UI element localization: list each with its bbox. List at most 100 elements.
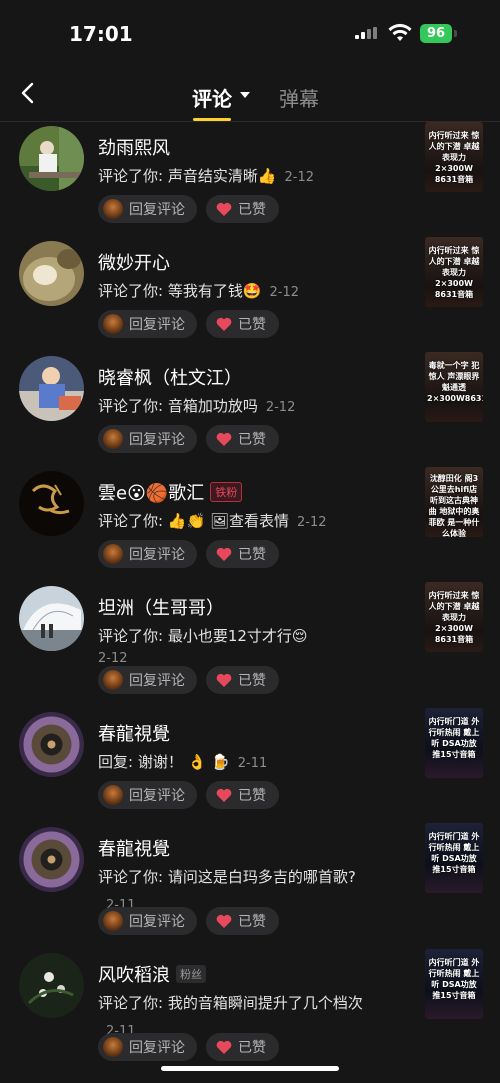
video-thumbnail[interactable]: 内行听过来 惊人的下潜 卓越表现力 2×300W 8631音箱 <box>425 582 483 652</box>
reply-button[interactable]: 回复评论 <box>98 540 197 568</box>
list-item[interactable]: 风吹稻浪 粉丝 评论了你: 我的音箱瞬间提升了几个档次2-11 回复评论 已赞 … <box>0 949 500 1075</box>
user-avatar-icon <box>103 911 123 931</box>
comment-prefix: 评论了你: <box>98 282 168 300</box>
back-arrow-icon[interactable] <box>16 80 42 106</box>
liked-label: 已赞 <box>238 432 266 448</box>
avatar[interactable] <box>19 827 84 892</box>
comment-actions: 回复评论 已赞 <box>98 195 279 223</box>
user-avatar-icon <box>103 429 123 449</box>
active-tab-indicator <box>193 118 231 121</box>
avatar[interactable] <box>19 241 84 306</box>
heart-icon <box>216 432 232 446</box>
tab-danmu[interactable]: 弹幕 <box>279 83 319 112</box>
comment-date: 2-12 <box>269 285 300 300</box>
comment-actions: 回复评论 已赞 <box>98 907 279 935</box>
video-thumbnail[interactable]: 沈醇田化 阁3公里去hifi店 听到这古典神曲 地狱中的奥菲欧 是一种什么体验 <box>425 467 483 537</box>
user-avatar-icon <box>103 785 123 805</box>
comment-date: 2-12 <box>265 400 296 415</box>
heart-icon <box>216 673 232 687</box>
liked-button[interactable]: 已赞 <box>206 666 279 694</box>
fan-badge: 粉丝 <box>176 965 206 983</box>
avatar[interactable] <box>19 471 84 536</box>
avatar[interactable] <box>19 126 84 191</box>
list-item[interactable]: 晓睿枫（杜文江） 评论了你: 音箱加功放吗 2-12 回复评论 已赞 毒就一个字 … <box>0 352 500 467</box>
reply-button[interactable]: 回复评论 <box>98 1033 197 1061</box>
reply-label: 回复评论 <box>129 1040 185 1056</box>
commenter-name[interactable]: 微妙开心 <box>98 249 170 275</box>
comment-header: 春龍視覺 <box>98 720 170 746</box>
cellular-signal-icon <box>355 27 377 43</box>
comment-body: 等我有了钱 <box>167 282 243 300</box>
avatar[interactable] <box>19 356 84 421</box>
liked-button[interactable]: 已赞 <box>206 195 279 223</box>
video-thumbnail[interactable]: 内行听过来 惊人的下潜 卓越表现力 2×300W 8631音箱 <box>425 237 483 307</box>
commenter-name[interactable]: 坦洲（生哥哥） <box>98 594 224 620</box>
commenter-name[interactable]: 雲e😮🏀歌汇 <box>98 479 204 505</box>
liked-label: 已赞 <box>238 202 266 218</box>
liked-button[interactable]: 已赞 <box>206 310 279 338</box>
avatar[interactable] <box>19 953 84 1018</box>
list-item[interactable]: 雲e😮🏀歌汇 铁粉 评论了你: 👍👏 🖼查看表情 2-12 回复评论 已赞 沈醇田… <box>0 467 500 582</box>
comment-body: 音箱加功放吗 <box>167 397 258 415</box>
comment-body: 声音结实清晰 <box>167 167 258 185</box>
thumbs-up-emoji: 👍 <box>257 167 277 185</box>
battery-tip <box>454 30 457 37</box>
comments-header: 评论 弹幕 <box>0 66 500 122</box>
liked-label: 已赞 <box>238 1040 266 1056</box>
comment-actions: 回复评论 已赞 <box>98 666 279 694</box>
video-thumbnail[interactable]: 内行听门道 外行听热闹 戴上听 DSA功放 推15寸音箱 <box>425 708 483 778</box>
home-indicator[interactable] <box>161 1066 339 1071</box>
thumbnail-caption: 内行听过来 惊人的下潜 卓越表现力 2×300W 8631音箱 <box>428 591 480 644</box>
battery-icon: 96 <box>420 24 452 43</box>
list-item[interactable]: 劲雨熙风 评论了你: 声音结实清晰👍 2-12 回复评论 已赞 内行听过来 惊人的… <box>0 122 500 237</box>
liked-button[interactable]: 已赞 <box>206 781 279 809</box>
comment-text: 回复: 谢谢！ 👌 🍺 2-11 <box>98 749 368 777</box>
comment-text: 评论了你: 等我有了钱🤩 2-12 <box>98 278 368 306</box>
list-item[interactable]: 春龍視覺 回复: 谢谢！ 👌 🍺 2-11 回复评论 已赞 内行听门道 外行听热闹… <box>0 708 500 823</box>
video-thumbnail[interactable]: 内行听过来 惊人的下潜 卓越表现力 2×300W 8631音箱 <box>425 122 483 192</box>
reply-button[interactable]: 回复评论 <box>98 425 197 453</box>
liked-button[interactable]: 已赞 <box>206 1033 279 1061</box>
comment-body[interactable]: 👍👏 🖼查看表情 <box>168 512 289 530</box>
liked-button[interactable]: 已赞 <box>206 425 279 453</box>
list-item[interactable]: 坦洲（生哥哥） 评论了你: 最小也要12寸才行😌 2-12 回复评论 已赞 内行听… <box>0 582 500 708</box>
commenter-name[interactable]: 晓睿枫（杜文江） <box>98 364 242 390</box>
reply-button[interactable]: 回复评论 <box>98 781 197 809</box>
chevron-down-icon[interactable] <box>240 92 250 98</box>
comment-body: 最小也要12寸才行 <box>167 627 292 645</box>
heart-icon <box>216 202 232 216</box>
video-thumbnail[interactable]: 内行听门道 外行听热闹 戴上听 DSA功放 推15寸音箱 <box>425 823 483 893</box>
reply-label: 回复评论 <box>129 432 185 448</box>
user-avatar-icon <box>103 670 123 690</box>
tab-comments[interactable]: 评论 <box>192 83 232 112</box>
comment-text: 评论了你: 声音结实清晰👍 2-12 <box>98 163 368 191</box>
ok-hand-beer-emoji: 👌 🍺 <box>187 753 230 771</box>
comment-header: 微妙开心 <box>98 249 170 275</box>
reply-label: 回复评论 <box>129 914 185 930</box>
commenter-name[interactable]: 风吹稻浪 <box>98 961 170 987</box>
avatar[interactable] <box>19 586 84 651</box>
reply-button[interactable]: 回复评论 <box>98 195 197 223</box>
reply-button[interactable]: 回复评论 <box>98 907 197 935</box>
comment-header: 坦洲（生哥哥） <box>98 594 224 620</box>
commenter-name[interactable]: 春龍視覺 <box>98 835 170 861</box>
comment-actions: 回复评论 已赞 <box>98 1033 279 1061</box>
list-item[interactable]: 微妙开心 评论了你: 等我有了钱🤩 2-12 回复评论 已赞 内行听过来 惊人的下… <box>0 237 500 352</box>
heart-icon <box>216 914 232 928</box>
comment-body: 我的音箱瞬间提升了几个档次 <box>167 994 363 1012</box>
reply-button[interactable]: 回复评论 <box>98 310 197 338</box>
comment-header: 风吹稻浪 粉丝 <box>98 961 206 987</box>
avatar[interactable] <box>19 712 84 777</box>
video-thumbnail[interactable]: 毒就一个字 犯惊人 声漂眼界 魁通透 2×300W8631 <box>425 352 483 422</box>
reply-button[interactable]: 回复评论 <box>98 666 197 694</box>
list-item[interactable]: 春龍視覺 评论了你: 请问这是白玛多吉的哪首歌?2-11 回复评论 已赞 内行听… <box>0 823 500 949</box>
status-time: 17:01 <box>69 22 133 46</box>
liked-button[interactable]: 已赞 <box>206 540 279 568</box>
comment-prefix: 回复: <box>98 753 138 771</box>
video-thumbnail[interactable]: 内行听门道 外行听热闹 戴上听 DSA功放 推15寸音箱 <box>425 949 483 1019</box>
commenter-name[interactable]: 劲雨熙风 <box>98 134 170 160</box>
user-avatar-icon <box>103 1037 123 1057</box>
liked-button[interactable]: 已赞 <box>206 907 279 935</box>
commenter-name[interactable]: 春龍視覺 <box>98 720 170 746</box>
comment-text: 评论了你: 音箱加功放吗 2-12 <box>98 393 368 421</box>
